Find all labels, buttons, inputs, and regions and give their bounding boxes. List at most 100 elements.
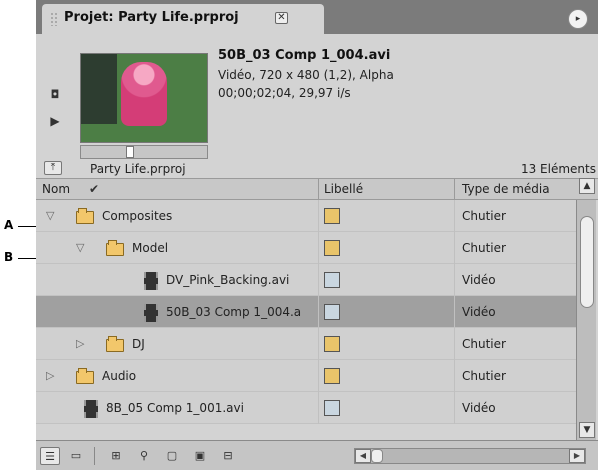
expanded-disclosure-icon[interactable]: ▽ <box>76 232 84 264</box>
item-media-type: Chutier <box>462 241 506 255</box>
bottom-toolbar: ☰ ▭ ⊞ ⚲ ▢ ▣ ⊟ ◀ ▶ <box>36 440 598 470</box>
item-name: 50B_03 Comp 1_004.a <box>166 305 302 319</box>
scroll-left-icon[interactable]: ◀ <box>355 449 371 463</box>
panel-body: ◘ ▶ 50B_03 Comp 1_004.avi Vidéo, 720 x 4… <box>36 34 598 470</box>
screen-root: A B Projet: Party Life.prproj ✕ ▸ ◘ ▶ 50… <box>0 0 604 470</box>
new-item-icon[interactable]: ▣ <box>190 447 210 465</box>
video-clip-icon <box>144 272 158 290</box>
column-label[interactable]: Libellé <box>324 179 363 199</box>
item-name: 8B_05 Comp 1_001.avi <box>106 401 244 415</box>
play-icon[interactable]: ▶ <box>44 114 66 130</box>
list-item[interactable]: ▷ Audio Chutier <box>36 360 576 392</box>
label-color-swatch[interactable] <box>324 272 340 288</box>
clip-thumbnail <box>80 53 208 143</box>
scrollbar-thumb[interactable] <box>580 216 594 308</box>
label-color-swatch[interactable] <box>324 304 340 320</box>
item-media-type: Chutier <box>462 337 506 351</box>
cell-divider <box>318 328 319 360</box>
list-item[interactable]: DV_Pink_Backing.avi Vidéo <box>36 264 576 296</box>
cell-divider <box>454 232 455 264</box>
cell-divider <box>318 392 319 424</box>
cell-divider <box>454 392 455 424</box>
scroll-right-icon[interactable]: ▶ <box>569 449 585 463</box>
item-media-type: Chutier <box>462 209 506 223</box>
cell-divider <box>454 360 455 392</box>
item-name: DJ <box>132 337 145 351</box>
list-item[interactable]: ▷ DJ Chutier <box>36 328 576 360</box>
project-panel: Projet: Party Life.prproj ✕ ▸ ◘ ▶ 50B_03… <box>36 0 598 470</box>
cell-divider <box>454 264 455 296</box>
panel-tabbar: Projet: Party Life.prproj ✕ ▸ <box>36 0 598 34</box>
column-media-type[interactable]: Type de média <box>462 179 550 199</box>
folder-icon <box>76 368 94 384</box>
parent-folder-icon[interactable]: ⤒ <box>44 161 62 175</box>
panel-menu-button[interactable]: ▸ <box>568 9 588 29</box>
expanded-disclosure-icon[interactable]: ▽ <box>46 200 54 232</box>
cell-divider <box>454 328 455 360</box>
collapsed-disclosure-icon[interactable]: ▷ <box>46 360 54 392</box>
collapsed-disclosure-icon[interactable]: ▷ <box>76 328 84 360</box>
grip-icon[interactable] <box>50 12 58 26</box>
new-bin-icon[interactable]: ▢ <box>162 447 182 465</box>
cell-divider <box>318 296 319 328</box>
list-item[interactable]: 8B_05 Comp 1_001.avi Vidéo <box>36 392 576 424</box>
cell-divider <box>318 200 319 232</box>
project-path-row: ⤒ Party Life.prproj 13 Eléments <box>36 160 598 180</box>
item-name: DV_Pink_Backing.avi <box>166 273 290 287</box>
column-divider[interactable] <box>454 179 455 199</box>
list-item[interactable]: 50B_03 Comp 1_004.a Vidéo <box>36 296 576 328</box>
toolbar-divider <box>94 447 95 465</box>
cell-divider <box>318 232 319 264</box>
cell-divider <box>318 360 319 392</box>
column-divider[interactable] <box>318 179 319 199</box>
tab-title: Projet: Party Life.prproj <box>64 10 239 25</box>
list-item[interactable]: ▽ Composites Chutier <box>36 200 576 232</box>
column-name[interactable]: Nom <box>42 179 70 199</box>
clip-info-duration: 00;00;02;04, 29,97 i/s <box>218 86 351 100</box>
item-name: Model <box>132 241 169 255</box>
label-color-swatch[interactable] <box>324 368 340 384</box>
cell-divider <box>454 296 455 328</box>
clip-info-format: Vidéo, 720 x 480 (1,2), Alpha <box>218 68 394 82</box>
scroll-down-icon[interactable]: ▼ <box>579 422 595 438</box>
item-name: Audio <box>102 369 137 383</box>
tab-project[interactable]: Projet: Party Life.prproj ✕ <box>42 4 324 34</box>
folder-icon <box>106 336 124 352</box>
video-clip-icon <box>84 400 98 418</box>
video-clip-icon <box>144 304 158 322</box>
sort-icon[interactable]: ✔ <box>89 179 99 199</box>
close-icon[interactable]: ✕ <box>275 12 288 24</box>
find-icon[interactable]: ⚲ <box>134 447 154 465</box>
icon-view-icon[interactable]: ▭ <box>66 447 86 465</box>
scroll-up-icon[interactable]: ▲ <box>579 178 595 194</box>
thumbnail-subject <box>121 62 167 126</box>
poster-frame-icon[interactable]: ◘ <box>44 88 66 104</box>
label-color-swatch[interactable] <box>324 400 340 416</box>
automate-to-sequence-icon[interactable]: ⊞ <box>106 447 126 465</box>
horizontal-scrollbar-thumb[interactable] <box>371 449 383 463</box>
item-media-type: Chutier <box>462 369 506 383</box>
folder-icon <box>106 240 124 256</box>
scrubber-handle[interactable] <box>126 146 134 158</box>
folder-icon <box>76 208 94 224</box>
preview-scrubber[interactable] <box>80 145 208 159</box>
project-items-list: ▽ Composites Chutier ▽ Model Chutier DV_Pink_B… <box>36 200 576 440</box>
column-header: Nom ✔ Libellé Type de média <box>36 178 598 200</box>
item-media-type: Vidéo <box>462 401 496 415</box>
clear-icon[interactable]: ⊟ <box>218 447 238 465</box>
list-view-icon[interactable]: ☰ <box>40 447 60 465</box>
project-name: Party Life.prproj <box>90 162 186 176</box>
vertical-scrollbar[interactable]: ▲ ▼ <box>576 178 596 440</box>
item-count: 13 Eléments <box>520 162 596 176</box>
callout-a: A <box>4 218 14 232</box>
list-item[interactable]: ▽ Model Chutier <box>36 232 576 264</box>
item-media-type: Vidéo <box>462 305 496 319</box>
cell-divider <box>454 200 455 232</box>
horizontal-scrollbar[interactable]: ◀ ▶ <box>354 448 586 464</box>
label-color-swatch[interactable] <box>324 208 340 224</box>
label-color-swatch[interactable] <box>324 336 340 352</box>
item-media-type: Vidéo <box>462 273 496 287</box>
label-color-swatch[interactable] <box>324 240 340 256</box>
callout-b: B <box>4 250 14 264</box>
thumbnail-shadow <box>81 54 117 124</box>
